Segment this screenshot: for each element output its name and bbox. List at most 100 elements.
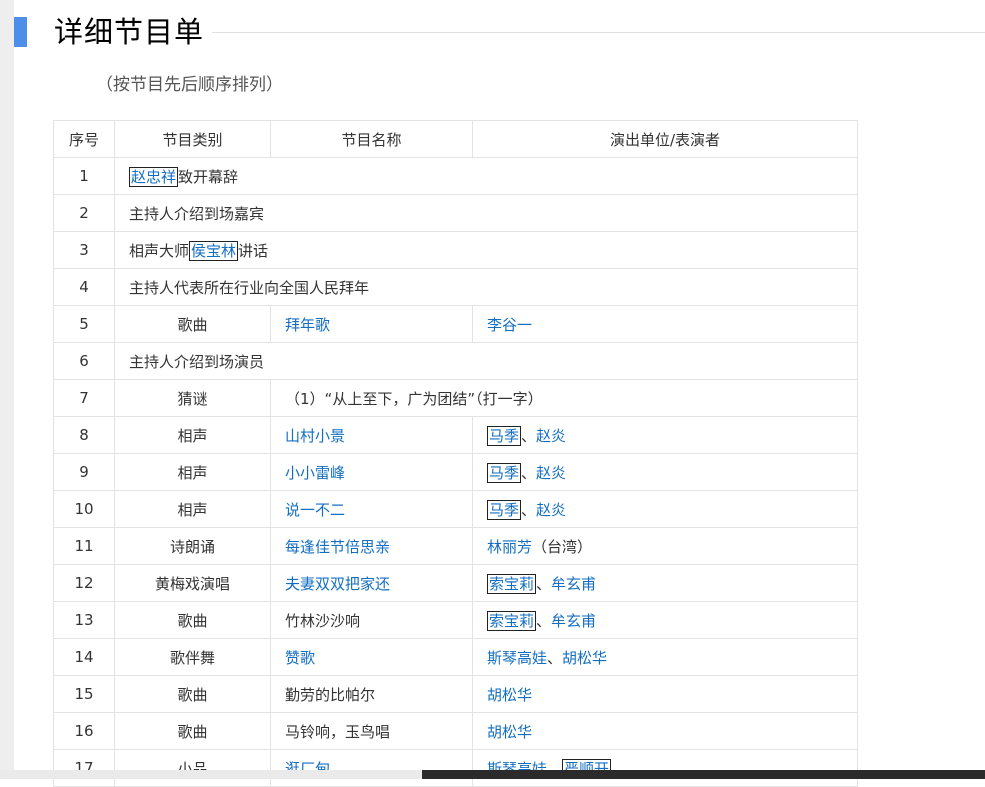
row-number: 3 <box>53 231 115 269</box>
entry-link[interactable]: 胡松华 <box>562 649 607 667</box>
row-number: 13 <box>53 601 115 639</box>
table-header-row: 序号 节目类别 节目名称 演出单位/表演者 <box>53 120 858 158</box>
merged-cell: 相声大师 侯宝林 讲话 <box>114 231 858 269</box>
row-number: 16 <box>53 712 115 750</box>
table-row: 9 相声 小小雷峰 马季 、赵炎 <box>53 453 858 491</box>
table-row: 16 歌曲 马铃响，玉鸟唱 胡松华 <box>53 712 858 750</box>
row-number: 7 <box>53 379 115 417</box>
performer: 胡松华 <box>472 712 858 750</box>
table-row: 8 相声 山村小景 马季 、赵炎 <box>53 416 858 454</box>
table-row: 10 相声 说一不二 马季 、赵炎 <box>53 490 858 528</box>
program-table: 序号 节目类别 节目名称 演出单位/表演者 1 赵忠祥 致开幕辞 2 主持人介绍到场嘉宾… <box>53 120 858 787</box>
column-header-type: 节目类别 <box>114 120 271 158</box>
merged-cell: 主持人介绍到场演员 <box>114 342 858 380</box>
program-name: 说一不二 <box>270 490 473 528</box>
table-row: 7 猜谜 （1）“从上至下，广为团结”（打一字） <box>53 379 858 417</box>
program-type: 小品 <box>114 749 271 787</box>
entry-link[interactable]: 林丽芳 <box>487 538 532 556</box>
entry-link[interactable]: 胡松华 <box>487 686 532 704</box>
entry-link[interactable]: 胡松华 <box>487 723 532 741</box>
cell-text: 勤劳的比帕尔 <box>285 685 376 704</box>
table-row: 1 赵忠祥 致开幕辞 <box>53 157 858 195</box>
entry-link[interactable]: 每逢佳节倍思亲 <box>285 538 390 556</box>
performer: 李谷一 <box>472 305 858 343</box>
performer: 马季 、赵炎 <box>472 490 858 528</box>
row-number: 17 <box>53 749 115 787</box>
left-rail <box>0 0 14 779</box>
cell-text: 、 <box>547 648 563 667</box>
cell-text: 、 <box>521 500 537 519</box>
row-number: 12 <box>53 564 115 602</box>
program-name: 马铃响，玉鸟唱 <box>270 712 473 750</box>
cell-text: 、 <box>536 611 552 630</box>
entry-link[interactable]: 马季 <box>487 499 522 520</box>
entry-link[interactable]: 马季 <box>487 425 522 446</box>
program-name: 每逢佳节倍思亲 <box>270 527 473 565</box>
program-type: 相声 <box>114 490 271 528</box>
table-row: 13 歌曲 竹林沙沙响 索宝莉 、牟玄甫 <box>53 601 858 639</box>
program-type: 相声 <box>114 453 271 491</box>
program-name: 小小雷峰 <box>270 453 473 491</box>
row-number: 4 <box>53 268 115 306</box>
bottom-taskbar <box>422 770 985 779</box>
table-row: 3 相声大师 侯宝林 讲话 <box>53 231 858 269</box>
entry-link[interactable]: 马季 <box>487 462 522 483</box>
row-number: 15 <box>53 675 115 713</box>
cell-text: 、 <box>521 463 537 482</box>
program-type: 猜谜 <box>114 379 271 417</box>
merged-cell: 主持人代表所在行业向全国人民拜年 <box>114 268 858 306</box>
table-row: 6 主持人介绍到场演员 <box>53 342 858 380</box>
cell-text: （1）“从上至下，广为团结”（打一字） <box>285 389 543 408</box>
entry-link[interactable]: 小小雷峰 <box>285 464 345 482</box>
entry-link[interactable]: 牟玄甫 <box>551 612 596 630</box>
program-name: 拜年歌 <box>270 305 473 343</box>
program-type: 歌伴舞 <box>114 638 271 676</box>
cell-text: 、 <box>521 426 537 445</box>
entry-link[interactable]: 赵炎 <box>536 427 566 445</box>
program-type: 歌曲 <box>114 305 271 343</box>
entry-link[interactable]: 索宝莉 <box>487 610 537 631</box>
cell-text: 马铃响，玉鸟唱 <box>285 722 391 741</box>
table-row: 2 主持人介绍到场嘉宾 <box>53 194 858 232</box>
cell-text: 主持人介绍到场嘉宾 <box>129 204 265 223</box>
program-type: 歌曲 <box>114 712 271 750</box>
performer: 马季 、赵炎 <box>472 416 858 454</box>
cell-text: 主持人介绍到场演员 <box>129 352 265 371</box>
entry-link[interactable]: 牟玄甫 <box>551 575 596 593</box>
cell-text: （台湾） <box>532 537 593 556</box>
program-name: （1）“从上至下，广为团结”（打一字） <box>270 379 858 417</box>
performer: 胡松华 <box>472 675 858 713</box>
entry-link[interactable]: 李谷一 <box>487 316 532 334</box>
entry-link[interactable]: 斯琴高娃 <box>487 649 547 667</box>
table-row: 12 黄梅戏演唱 夫妻双双把家还 索宝莉 、牟玄甫 <box>53 564 858 602</box>
row-number: 5 <box>53 305 115 343</box>
row-number: 1 <box>53 157 115 195</box>
program-type: 歌曲 <box>114 675 271 713</box>
table-row: 14 歌伴舞 赞歌 斯琴高娃、胡松华 <box>53 638 858 676</box>
program-name: 夫妻双双把家还 <box>270 564 473 602</box>
page-subtitle: （按节目先后顺序排列） <box>96 75 283 95</box>
entry-link[interactable]: 拜年歌 <box>285 316 330 334</box>
row-number: 9 <box>53 453 115 491</box>
entry-link[interactable]: 索宝莉 <box>487 573 537 594</box>
performer: 索宝莉 、牟玄甫 <box>472 601 858 639</box>
page-title: 详细节目单 <box>54 15 205 49</box>
table-row: 5 歌曲 拜年歌 李谷一 <box>53 305 858 343</box>
entry-link[interactable]: 山村小景 <box>285 427 345 445</box>
performer: 斯琴高娃、胡松华 <box>472 638 858 676</box>
table-row: 15 歌曲 勤劳的比帕尔 胡松华 <box>53 675 858 713</box>
performer: 斯琴高娃、 严顺开 <box>472 749 858 787</box>
entry-link[interactable]: 说一不二 <box>285 501 345 519</box>
entry-link[interactable]: 赵炎 <box>536 464 566 482</box>
row-number: 10 <box>53 490 115 528</box>
merged-cell: 主持人介绍到场嘉宾 <box>114 194 858 232</box>
entry-link[interactable]: 夫妻双双把家还 <box>285 575 390 593</box>
cell-text: 讲话 <box>238 241 269 260</box>
entry-link[interactable]: 赵炎 <box>536 501 566 519</box>
entry-link[interactable]: 赞歌 <box>285 649 315 667</box>
merged-cell: 赵忠祥 致开幕辞 <box>114 157 858 195</box>
entry-link[interactable]: 侯宝林 <box>189 240 239 261</box>
program-name: 赞歌 <box>270 638 473 676</box>
cell-text: 相声大师 <box>129 241 190 260</box>
entry-link[interactable]: 赵忠祥 <box>129 166 179 187</box>
